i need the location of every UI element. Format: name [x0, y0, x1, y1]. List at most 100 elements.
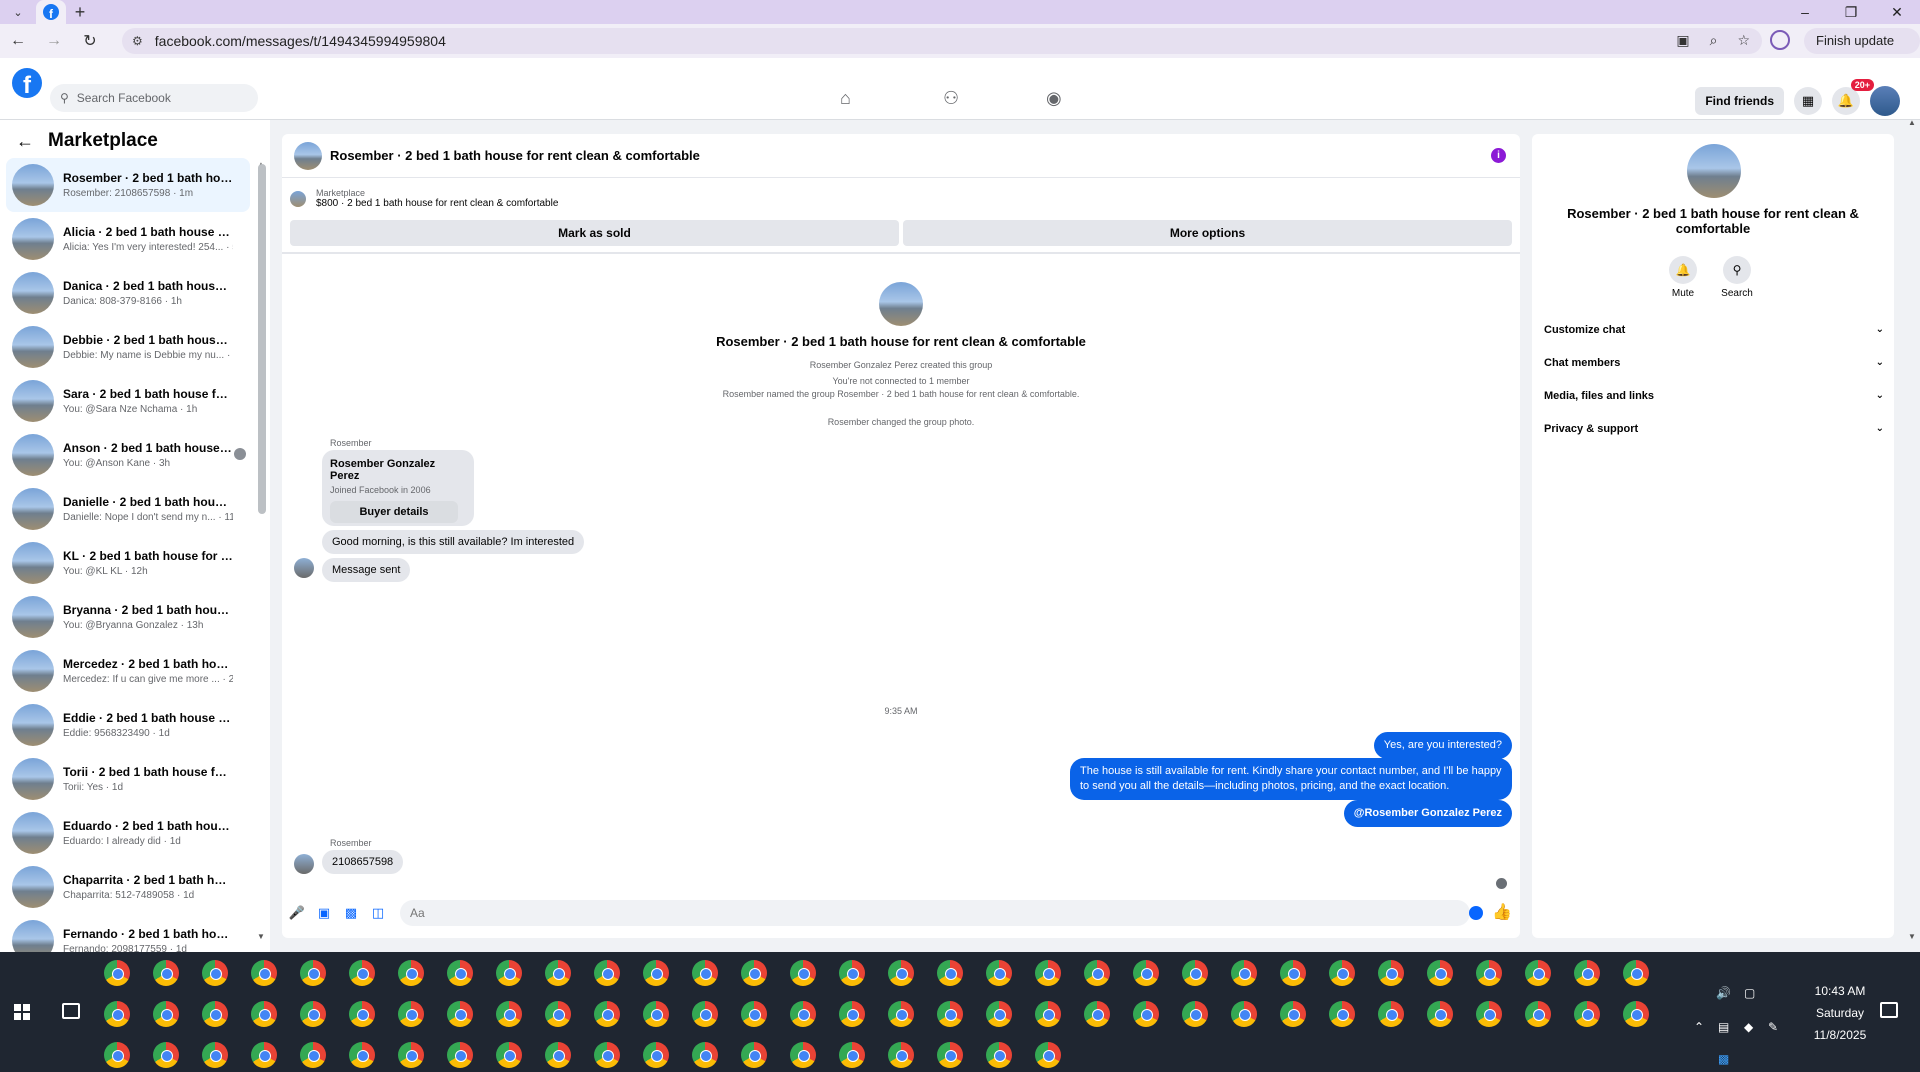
chrome-window-icon[interactable] [300, 1042, 326, 1068]
chrome-window-icon[interactable] [937, 1042, 963, 1068]
chrome-window-icon[interactable] [839, 1001, 865, 1027]
mark-as-sold-button[interactable]: Mark as sold [290, 220, 899, 246]
chrome-window-icon[interactable] [496, 1042, 522, 1068]
search-action[interactable]: ⚲ Search [1712, 256, 1762, 299]
address-bar[interactable]: ⚙ facebook.com/messages/t/14943459949598… [122, 28, 1762, 54]
conversation-item[interactable]: Eddie · 2 bed 1 bath house for r... Eddie… [6, 698, 250, 752]
volume-icon[interactable]: 🔊 [1716, 986, 1731, 1000]
chrome-window-icon[interactable] [104, 1042, 130, 1068]
chrome-window-icon[interactable] [1182, 1001, 1208, 1027]
conversation-item[interactable]: Alicia · 2 bed 1 bath house for r... Alic… [6, 212, 250, 266]
chrome-window-icon[interactable] [937, 960, 963, 986]
system-clock[interactable]: 10:43 AM Saturday 11/8/2025 [1800, 980, 1880, 1046]
chrome-window-icon[interactable] [1378, 1001, 1404, 1027]
notifications-bell-icon[interactable]: 🔔 20+ [1832, 79, 1874, 115]
sticker-icon[interactable]: ▩ [339, 905, 363, 921]
home-nav-icon[interactable]: ⌂ [840, 88, 851, 109]
conversation-item[interactable]: Mercedez · 2 bed 1 bath house ... Mercede… [6, 644, 250, 698]
chrome-window-icon[interactable] [447, 960, 473, 986]
chrome-window-icon[interactable] [1378, 960, 1404, 986]
chrome-window-icon[interactable] [545, 1001, 571, 1027]
conversation-item[interactable]: Rosember · 2 bed 1 bath house ... Rosembe… [6, 158, 250, 212]
media-files-section[interactable]: Media, files and links ⌄ [1544, 390, 1884, 402]
emoji-icon[interactable] [1469, 906, 1483, 920]
conversation-item[interactable]: Sara · 2 bed 1 bath house for re... You: … [6, 374, 250, 428]
conversation-item[interactable]: Chaparrita · 2 bed 1 bath house ... Chapa… [6, 860, 250, 914]
customize-chat-section[interactable]: Customize chat ⌄ [1544, 324, 1884, 336]
chrome-window-icon[interactable] [1574, 1001, 1600, 1027]
chrome-window-icon[interactable] [986, 1042, 1012, 1068]
chrome-window-icon[interactable] [1574, 960, 1600, 986]
chrome-window-icon[interactable] [1231, 1001, 1257, 1027]
chrome-window-icon[interactable] [153, 1042, 179, 1068]
more-options-button[interactable]: More options [903, 220, 1512, 246]
conversation-item[interactable]: Eduardo · 2 bed 1 bath house fo... Eduard… [6, 806, 250, 860]
chrome-window-icon[interactable] [1623, 1001, 1649, 1027]
chrome-window-icon[interactable] [594, 1042, 620, 1068]
sidebar-scrollbar[interactable] [258, 164, 266, 514]
chrome-window-icon[interactable] [1623, 960, 1649, 986]
chrome-window-icon[interactable] [398, 1001, 424, 1027]
start-windows-icon[interactable] [14, 1004, 30, 1020]
chrome-window-icon[interactable] [1329, 1001, 1355, 1027]
privacy-support-section[interactable]: Privacy & support ⌄ [1544, 423, 1884, 435]
gif-icon[interactable]: ◫ [366, 905, 390, 921]
account-avatar[interactable] [1870, 86, 1900, 116]
chrome-window-icon[interactable] [692, 1042, 718, 1068]
chrome-window-icon[interactable] [545, 960, 571, 986]
chrome-window-icon[interactable] [104, 1001, 130, 1027]
restore-button[interactable]: ❐ [1828, 0, 1874, 24]
chrome-window-icon[interactable] [643, 960, 669, 986]
chrome-window-icon[interactable] [1525, 960, 1551, 986]
friends-nav-icon[interactable]: ⚇ [943, 88, 959, 109]
chrome-window-icon[interactable] [1133, 1001, 1159, 1027]
chrome-window-icon[interactable] [1280, 960, 1306, 986]
chrome-window-icon[interactable] [153, 960, 179, 986]
chrome-window-icon[interactable] [104, 960, 130, 986]
chrome-window-icon[interactable] [937, 1001, 963, 1027]
chrome-window-icon[interactable] [496, 960, 522, 986]
conversation-item[interactable]: Anson · 2 bed 1 bath house f... You: @Ans… [6, 428, 250, 482]
chrome-window-icon[interactable] [741, 1001, 767, 1027]
zoom-icon[interactable]: ⌕ [1710, 32, 1718, 49]
show-hidden-icons-chevron-icon[interactable]: ⌃ [1694, 1020, 1704, 1034]
photo-icon[interactable]: ▣ [312, 905, 336, 921]
chrome-window-icon[interactable] [643, 1042, 669, 1068]
chrome-window-icon[interactable] [398, 960, 424, 986]
chrome-window-icon[interactable] [153, 1001, 179, 1027]
chrome-window-icon[interactable] [349, 960, 375, 986]
chat-members-section[interactable]: Chat members ⌄ [1544, 357, 1884, 369]
chrome-window-icon[interactable] [202, 1042, 228, 1068]
chrome-window-icon[interactable] [986, 960, 1012, 986]
facebook-logo-icon[interactable]: f [12, 68, 42, 98]
browser-tab-facebook[interactable]: f [36, 0, 66, 24]
chrome-window-icon[interactable] [741, 960, 767, 986]
groups-nav-icon[interactable]: ◉ [1046, 88, 1062, 109]
back-arrow-icon[interactable]: ← [16, 131, 34, 152]
chrome-window-icon[interactable] [398, 1042, 424, 1068]
reload-button[interactable]: ↻ [72, 31, 108, 51]
security-icon[interactable]: ◆ [1744, 1020, 1753, 1034]
chrome-window-icon[interactable] [839, 1042, 865, 1068]
page-scroll-down-icon[interactable]: ▼ [1908, 932, 1916, 941]
microphone-icon[interactable]: 🎤 [285, 905, 309, 921]
notification-center-icon[interactable] [1880, 1002, 1898, 1018]
menu-grid-icon[interactable]: ▦ [1794, 87, 1822, 115]
minimize-button[interactable]: – [1782, 0, 1828, 24]
chrome-window-icon[interactable] [1476, 960, 1502, 986]
chrome-window-icon[interactable] [1182, 960, 1208, 986]
chrome-window-icon[interactable] [447, 1001, 473, 1027]
network-icon[interactable]: ▤ [1718, 1020, 1729, 1034]
chrome-window-icon[interactable] [202, 1001, 228, 1027]
chrome-window-icon[interactable] [300, 960, 326, 986]
chrome-window-icon[interactable] [1133, 960, 1159, 986]
chrome-window-icon[interactable] [888, 1001, 914, 1027]
mute-action[interactable]: 🔔 Mute [1658, 256, 1708, 299]
thumbs-up-icon[interactable]: 👍 [1492, 902, 1512, 922]
chrome-window-icon[interactable] [251, 1001, 277, 1027]
scroll-down-arrow-icon[interactable]: ▼ [257, 932, 265, 941]
conversation-item[interactable]: Danielle · 2 bed 1 bath house fo... Danie… [6, 482, 250, 536]
conversation-item[interactable]: Danica · 2 bed 1 bath house for ... Danic… [6, 266, 250, 320]
chrome-window-icon[interactable] [888, 960, 914, 986]
site-settings-icon[interactable]: ⚙ [132, 34, 143, 48]
